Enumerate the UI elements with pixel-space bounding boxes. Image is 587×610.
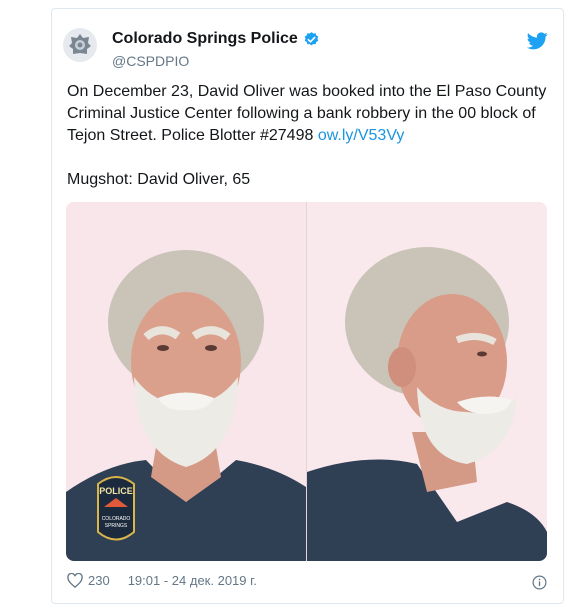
tweet-card[interactable]: Colorado Springs Police @CSPDPIO On Dece… — [51, 8, 564, 604]
author-handle[interactable]: @CSPDPIO — [112, 53, 189, 69]
heart-icon — [67, 573, 83, 588]
patch-text-top: POLICE — [99, 486, 133, 496]
mugshot-front: POLICE COLORADO SPRINGS — [66, 202, 307, 561]
author-name-row[interactable]: Colorado Springs Police — [112, 30, 320, 48]
tweet-timestamp[interactable]: 19:01 - 24 дек. 2019 г. — [128, 573, 257, 588]
mugshot-profile — [307, 202, 547, 561]
patch-text-bottom-2: SPRINGS — [105, 523, 128, 529]
twitter-bird-icon[interactable] — [527, 32, 548, 50]
tweet-body: On December 23, David Oliver was booked … — [67, 83, 551, 144]
tweet-link[interactable]: ow.ly/V53Vy — [318, 127, 405, 144]
tweet-photo[interactable]: POLICE COLORADO SPRINGS — [66, 202, 547, 561]
info-icon[interactable] — [532, 575, 547, 590]
tweet-footer: 230 19:01 - 24 дек. 2019 г. — [67, 573, 257, 588]
verified-badge-icon — [304, 31, 319, 45]
author-display-name[interactable]: Colorado Springs Police — [112, 30, 298, 48]
like-button[interactable]: 230 — [67, 573, 110, 588]
police-patch: POLICE COLORADO SPRINGS — [97, 476, 135, 541]
mugshot-caption: Mugshot: David Oliver, 65 — [67, 171, 251, 188]
author-avatar[interactable] — [63, 28, 97, 62]
tweet-text: On December 23, David Oliver was booked … — [67, 81, 557, 147]
police-badge-icon — [69, 34, 91, 54]
mugshot-profile-figure — [307, 247, 547, 561]
like-count: 230 — [88, 573, 110, 588]
mugshot-front-figure: POLICE COLORADO SPRINGS — [66, 250, 306, 561]
patch-text-bottom-1: COLORADO — [102, 516, 131, 522]
